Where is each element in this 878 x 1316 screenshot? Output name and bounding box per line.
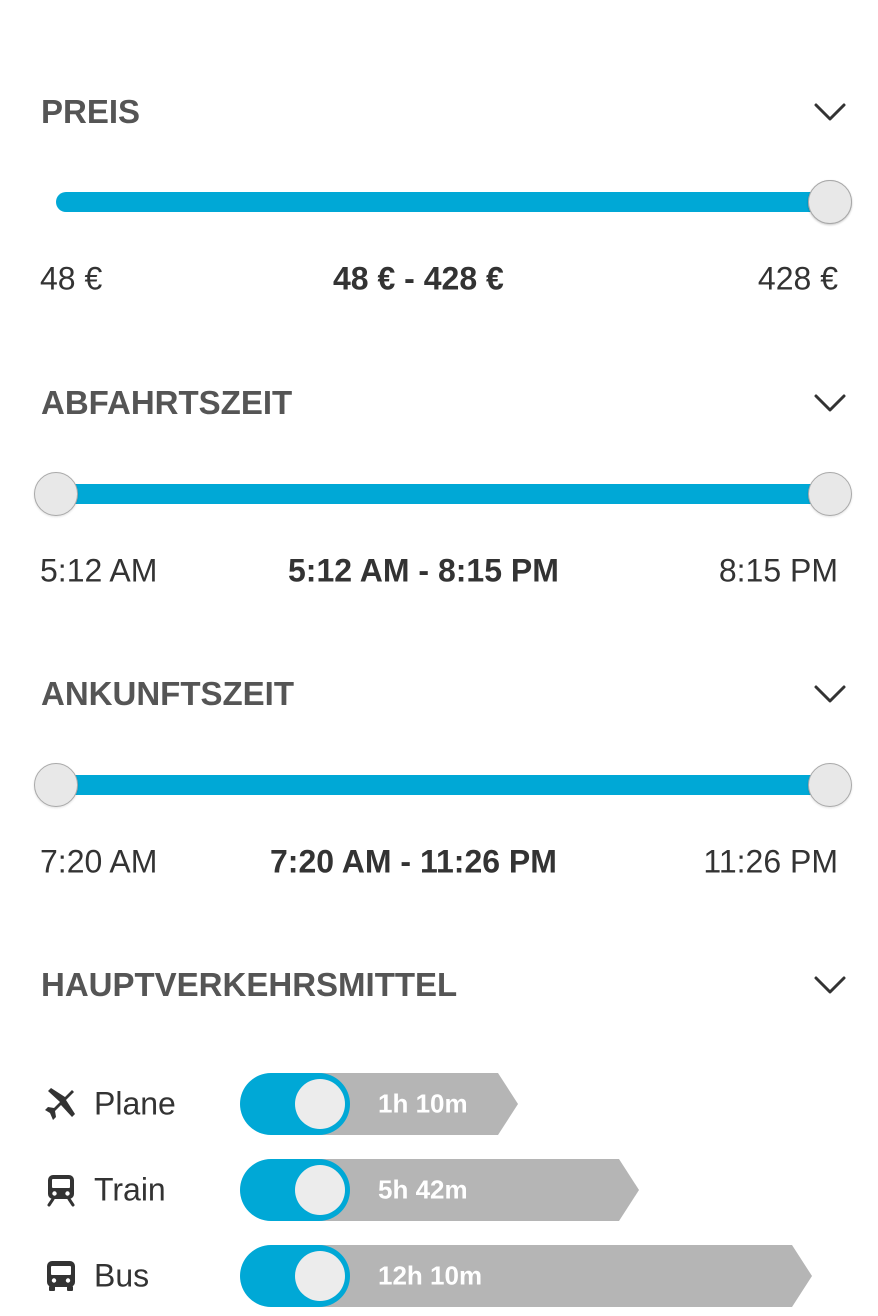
bus-icon <box>47 1261 75 1291</box>
price-slider-track[interactable] <box>56 192 830 212</box>
chevron-down-icon[interactable] <box>812 973 848 997</box>
train-icon <box>47 1175 75 1207</box>
bus-duration-label: 12h 10m <box>378 1260 483 1291</box>
arrival-range-slider[interactable] <box>30 755 856 815</box>
transport-row-plane: Plane 1h 10m <box>0 1073 878 1135</box>
departure-selected-range: 5:12 AM - 8:15 PM <box>288 552 559 589</box>
arrival-slider-track[interactable] <box>56 775 830 795</box>
arrival-range-labels: 7:20 AM 7:20 AM - 11:26 PM 11:26 PM <box>0 842 878 882</box>
arrival-max-label: 11:26 PM <box>703 843 838 880</box>
departure-range-slider[interactable] <box>30 464 856 524</box>
price-filter-header[interactable]: PREIS <box>0 82 878 142</box>
plane-toggle[interactable] <box>240 1073 350 1135</box>
transport-row-train: Train 5h 42m <box>0 1159 878 1221</box>
train-toggle[interactable] <box>240 1159 350 1221</box>
price-min-label: 48 € <box>40 260 103 297</box>
price-range-slider[interactable] <box>30 172 856 232</box>
arrival-selected-range: 7:20 AM - 11:26 PM <box>270 843 557 880</box>
departure-filter-header[interactable]: ABFAHRTSZEIT <box>0 373 878 433</box>
transport-filter-header[interactable]: HAUPTVERKEHRSMITTEL <box>0 955 878 1015</box>
arrival-slider-low-handle[interactable] <box>34 763 78 807</box>
bus-duration-bar: 12h 10m <box>300 1245 812 1307</box>
departure-min-label: 5:12 AM <box>40 552 158 589</box>
duration-bar-shape <box>300 1159 639 1221</box>
departure-slider-high-handle[interactable] <box>808 472 852 516</box>
price-slider-high-handle[interactable] <box>808 180 852 224</box>
price-range-labels: 48 € 48 € - 428 € 428 € <box>0 259 878 299</box>
arrival-filter-title: ANKUNFTSZEIT <box>41 675 294 712</box>
bus-toggle[interactable] <box>240 1245 350 1307</box>
duration-bar-shape <box>300 1245 812 1307</box>
train-duration-label: 5h 42m <box>378 1174 468 1205</box>
departure-slider-low-handle[interactable] <box>34 472 78 516</box>
plane-duration-label: 1h 10m <box>378 1088 468 1119</box>
price-filter-title: PREIS <box>41 93 141 130</box>
transport-row-bus: Bus 12h 10m <box>0 1245 878 1307</box>
arrival-filter-header[interactable]: ANKUNFTSZEIT <box>0 664 878 724</box>
departure-slider-track[interactable] <box>56 484 830 504</box>
transport-filter-title: HAUPTVERKEHRSMITTEL <box>41 966 458 1003</box>
arrival-slider-high-handle[interactable] <box>808 763 852 807</box>
toggle-knob <box>295 1251 345 1301</box>
chevron-down-icon[interactable] <box>812 682 848 706</box>
transport-label-plane: Plane <box>94 1085 176 1122</box>
toggle-knob <box>295 1165 345 1215</box>
departure-filter-title: ABFAHRTSZEIT <box>41 384 293 421</box>
arrival-min-label: 7:20 AM <box>40 843 158 880</box>
transport-label-bus: Bus <box>94 1257 150 1294</box>
toggle-knob <box>295 1079 345 1129</box>
price-selected-range: 48 € - 428 € <box>333 260 504 297</box>
chevron-down-icon[interactable] <box>812 100 848 124</box>
departure-max-label: 8:15 PM <box>718 552 838 589</box>
transport-label-train: Train <box>94 1171 166 1208</box>
price-max-label: 428 € <box>757 260 838 297</box>
plane-icon <box>45 1088 75 1120</box>
train-duration-bar: 5h 42m <box>300 1159 639 1221</box>
departure-range-labels: 5:12 AM 5:12 AM - 8:15 PM 8:15 PM <box>0 551 878 591</box>
chevron-down-icon[interactable] <box>812 391 848 415</box>
